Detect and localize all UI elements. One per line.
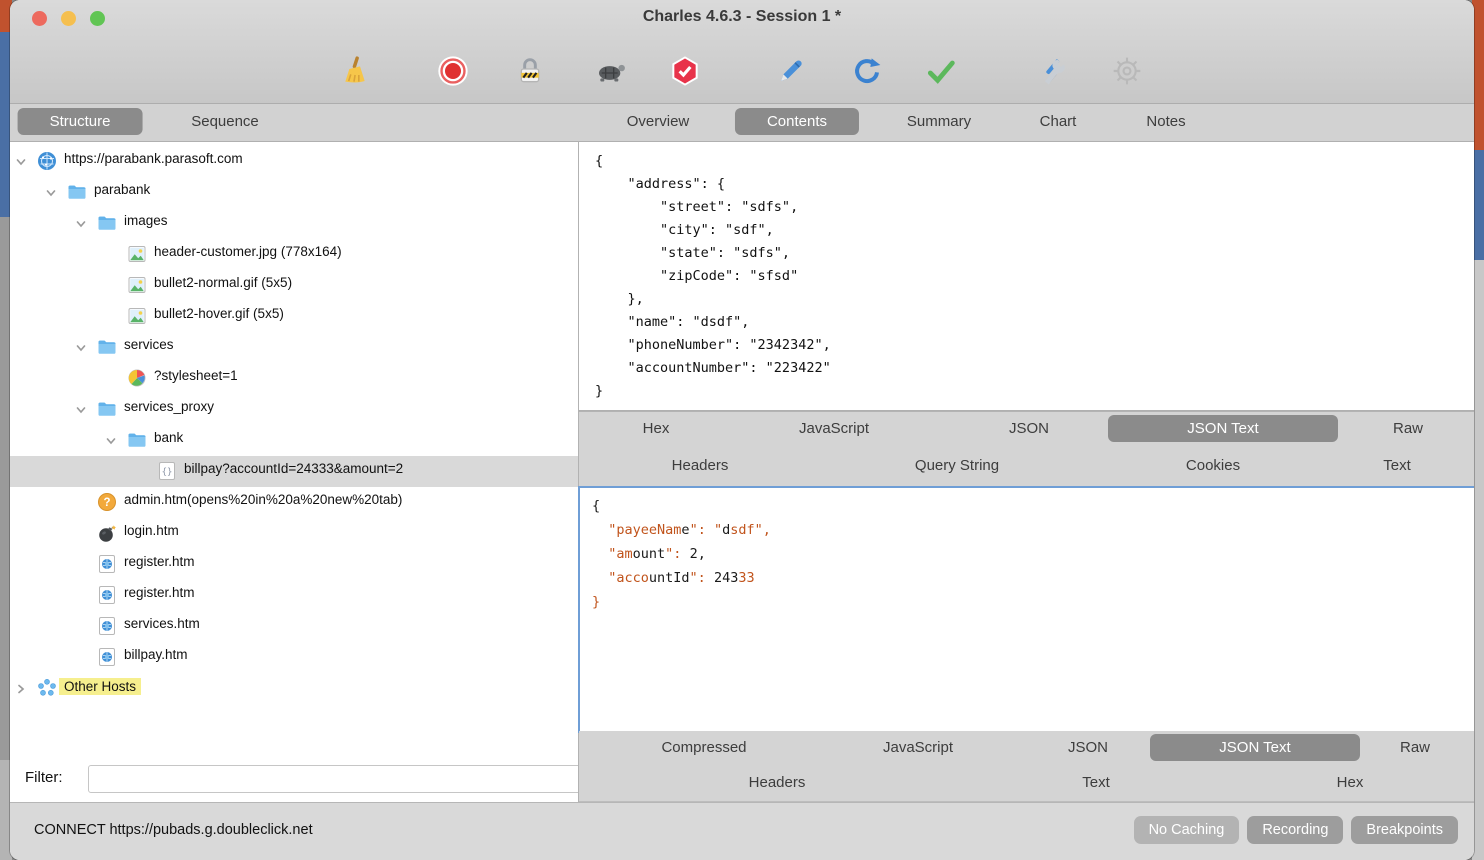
tree-item-label: https://parabank.parasoft.com: [64, 151, 243, 166]
clear-session-broom-icon[interactable]: [338, 55, 370, 87]
response-tab-text[interactable]: Text: [1068, 769, 1124, 796]
request-tab-text[interactable]: Text: [1369, 452, 1425, 479]
request-tab-headers[interactable]: Headers: [658, 452, 743, 479]
settings-gear-icon[interactable]: [1111, 55, 1143, 87]
tree-item-label: billpay.htm: [124, 647, 188, 662]
tree-item-label: admin.htm(opens%20in%20a%20new%20tab): [124, 492, 402, 507]
tree-item-label: services: [124, 337, 174, 352]
response-json-text: { "payeeName": "dsdf", "amount": 2, "acc…: [580, 488, 1474, 614]
tab-notes[interactable]: Notes: [1132, 108, 1199, 135]
htmdoc-icon: [97, 554, 117, 574]
tree-item-header-customer-jpg-778x164-[interactable]: header-customer.jpg (778x164): [10, 239, 578, 270]
tab-overview[interactable]: Overview: [613, 108, 704, 135]
repeat-refresh-icon[interactable]: [851, 55, 883, 87]
tree-item-register-htm[interactable]: register.htm: [10, 580, 578, 611]
tree-item-login-htm[interactable]: login.htm: [10, 518, 578, 549]
status-buttons: No CachingRecording Breakpoints: [1134, 816, 1458, 844]
folder-icon: [67, 182, 87, 202]
tree-item-services[interactable]: services: [10, 332, 578, 363]
recording-toggle-button[interactable]: Recording: [1247, 816, 1343, 844]
breakpoints-toggle-button[interactable]: Breakpoints: [1351, 816, 1458, 844]
validate-check-icon[interactable]: [925, 55, 957, 87]
folder-icon: [97, 337, 117, 357]
tree-item-label: Other Hosts: [59, 678, 141, 695]
tree-item-label: bullet2-hover.gif (5x5): [154, 306, 284, 321]
htmdoc-icon: [97, 647, 117, 667]
throttle-turtle-icon[interactable]: [595, 55, 627, 87]
tab-contents[interactable]: Contents: [735, 108, 859, 135]
tree-item--stylesheet-1[interactable]: ?stylesheet=1: [10, 363, 578, 394]
tree-item-register-htm[interactable]: register.htm: [10, 549, 578, 580]
response-tab-hex[interactable]: Hex: [1323, 769, 1378, 796]
tree-item-label: bullet2-normal.gif (5x5): [154, 275, 292, 290]
ssl-proxy-lock-icon[interactable]: [514, 55, 546, 87]
status-text: CONNECT https://pubads.g.doubleclick.net: [34, 822, 313, 838]
top-tab-strip: Structure Sequence Overview Contents Summar…: [10, 104, 1474, 142]
chevron-right-icon[interactable]: [15, 682, 27, 694]
tree-item-label: header-customer.jpg (778x164): [154, 244, 342, 259]
window-title: Charles 4.6.3 - Session 1 *: [10, 8, 1474, 26]
response-tab-row-2: Headers Text Hex: [10, 731, 1474, 801]
request-body-pane[interactable]: { "address": { "street": "sdfs", "city":…: [579, 142, 1474, 411]
chevron-down-icon[interactable]: [45, 186, 57, 198]
svg-text:?: ?: [103, 497, 110, 509]
tree-item-label: ?stylesheet=1: [154, 368, 238, 383]
tab-summary[interactable]: Summary: [893, 108, 985, 135]
tools-icon[interactable]: [1036, 55, 1068, 87]
status-bar: CONNECT https://pubads.g.doubleclick.net…: [10, 802, 1474, 860]
tab-structure[interactable]: Structure: [18, 108, 143, 135]
tree-item-label: services.htm: [124, 616, 200, 631]
globe-icon: [37, 151, 57, 171]
window-chrome: Charles 4.6.3 - Session 1 *: [10, 0, 1474, 104]
htmdoc-icon: [97, 616, 117, 636]
tree-item-parabank[interactable]: parabank: [10, 177, 578, 208]
tree-item-label: login.htm: [124, 523, 179, 538]
stylesheet-icon: [127, 368, 147, 388]
bomb-icon: [97, 523, 117, 543]
folder-icon: [97, 213, 117, 233]
no-caching-toggle-button[interactable]: No Caching: [1134, 816, 1240, 844]
response-tab-headers[interactable]: Headers: [735, 769, 820, 796]
tree-item-label: parabank: [94, 182, 150, 197]
tree-item-services-htm[interactable]: services.htm: [10, 611, 578, 642]
breakpoints-badge-icon[interactable]: [669, 55, 701, 87]
image-icon: [127, 275, 147, 295]
request-tab-cookies[interactable]: Cookies: [1172, 452, 1254, 479]
tree-item-bullet2-normal-gif-5x5-[interactable]: bullet2-normal.gif (5x5): [10, 270, 578, 301]
compose-pen-icon[interactable]: [775, 55, 807, 87]
question-icon: ?: [97, 492, 117, 512]
tree-item-billpay-htm[interactable]: billpay.htm: [10, 642, 578, 673]
request-tab-row-2: Headers Query String Cookies Text: [10, 412, 1474, 487]
tree-item-https-parabank-parasoft-com[interactable]: https://parabank.parasoft.com: [10, 146, 578, 177]
image-icon: [127, 306, 147, 326]
tab-chart[interactable]: Chart: [1026, 108, 1091, 135]
chevron-down-icon[interactable]: [75, 341, 87, 353]
tree-item-admin-htm-opens-20in-20a-20new-20tab-[interactable]: ? admin.htm(opens%20in%20a%20new%20tab): [10, 487, 578, 518]
request-view-tabbar: HexJavaScriptJSONJSON TextRaw HeadersQue…: [579, 411, 1474, 487]
request-tab-query-string[interactable]: Query String: [901, 452, 1013, 479]
tree-item-other-hosts[interactable]: Other Hosts: [10, 673, 578, 704]
hosts-icon: [37, 678, 57, 698]
htmdoc-icon: [97, 585, 117, 605]
tree-item-label: images: [124, 213, 168, 228]
screen: Charles 4.6.3 - Session 1 * Structure Seq…: [0, 0, 1484, 860]
chevron-down-icon[interactable]: [75, 217, 87, 229]
record-icon[interactable]: [437, 55, 469, 87]
tree-item-label: register.htm: [124, 585, 195, 600]
request-json-text: { "address": { "street": "sdfs", "city":…: [579, 142, 1474, 403]
response-view-tabbar: CompressedJavaScriptJSONJSON TextRaw Hea…: [579, 731, 1474, 802]
response-body-pane[interactable]: { "payeeName": "dsdf", "amount": 2, "acc…: [578, 486, 1474, 733]
tab-sequence[interactable]: Sequence: [177, 108, 273, 135]
chevron-down-icon[interactable]: [15, 155, 27, 167]
tree-item-images[interactable]: images: [10, 208, 578, 239]
charles-window: Charles 4.6.3 - Session 1 * Structure Seq…: [10, 0, 1474, 860]
tree-item-bullet2-hover-gif-5x5-[interactable]: bullet2-hover.gif (5x5): [10, 301, 578, 332]
tree-item-label: register.htm: [124, 554, 195, 569]
image-icon: [127, 244, 147, 264]
